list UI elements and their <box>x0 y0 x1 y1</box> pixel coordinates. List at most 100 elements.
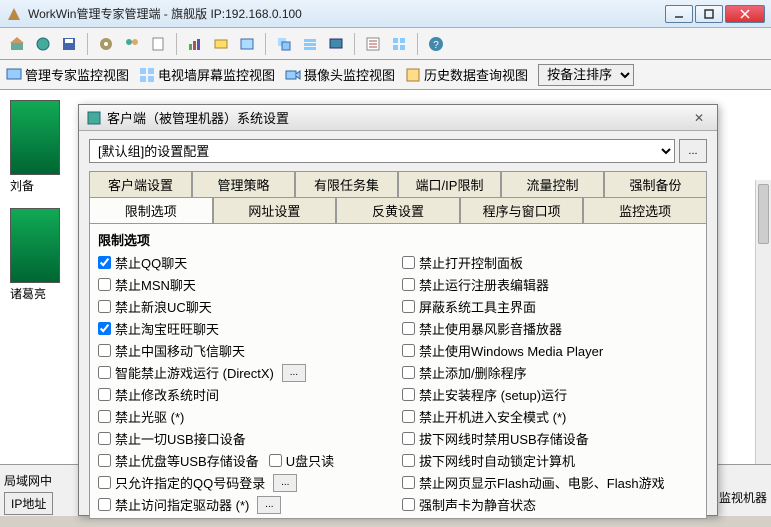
stack-icon[interactable] <box>299 33 321 55</box>
option-checkbox[interactable] <box>402 454 415 467</box>
dialog-tab[interactable]: 客户端设置 <box>89 171 192 197</box>
option-checkbox[interactable] <box>402 498 415 511</box>
tab-camera-view[interactable]: 摄像头监控视图 <box>285 65 395 84</box>
client-thumbnail[interactable]: 诸葛亮 <box>10 208 60 302</box>
option-checkbox[interactable] <box>402 476 415 489</box>
restrict-option[interactable]: 禁止新浪UC聊天 <box>98 297 394 316</box>
restrict-option[interactable]: 禁止一切USB接口设备 <box>98 429 394 448</box>
option-checkbox[interactable] <box>402 366 415 379</box>
thumbnail-label: 刘备 <box>10 177 60 194</box>
dialog-tab[interactable]: 有限任务集 <box>295 171 398 197</box>
dialog-tab[interactable]: 网址设置 <box>213 197 337 223</box>
svg-text:?: ? <box>433 40 439 51</box>
option-checkbox[interactable] <box>402 256 415 269</box>
restrict-option[interactable]: 拔下网线时自动锁定计算机 <box>402 451 698 470</box>
restrict-option[interactable]: 禁止安装程序 (setup)运行 <box>402 385 698 404</box>
option-checkbox[interactable] <box>402 388 415 401</box>
dialog-tab[interactable]: 限制选项 <box>89 197 213 223</box>
option-checkbox[interactable] <box>98 300 111 313</box>
save-icon[interactable] <box>58 33 80 55</box>
restrict-option[interactable]: 禁止网页显示Flash动画、电影、Flash游戏 <box>402 473 698 492</box>
ip-address-button[interactable]: IP地址 <box>4 492 53 515</box>
option-checkbox[interactable] <box>98 410 111 423</box>
dialog-close-icon[interactable]: ✕ <box>689 110 709 126</box>
restrict-option[interactable]: 禁止添加/删除程序 <box>402 363 698 382</box>
option-checkbox[interactable] <box>98 454 111 467</box>
doc-icon[interactable] <box>147 33 169 55</box>
restrict-option[interactable]: 禁止使用Windows Media Player <box>402 341 698 360</box>
option-aux-button[interactable]: ... <box>282 364 306 382</box>
option-checkbox[interactable] <box>98 344 111 357</box>
tab-tvwall-view[interactable]: 电视墙屏幕监控视图 <box>139 65 275 84</box>
scrollbar-thumb[interactable] <box>758 184 769 244</box>
restrict-option[interactable]: 屏蔽系统工具主界面 <box>402 297 698 316</box>
dialog-tab[interactable]: 监控选项 <box>583 197 707 223</box>
option-checkbox[interactable] <box>98 366 111 379</box>
restrict-option[interactable]: 禁止中国移动飞信聊天 <box>98 341 394 360</box>
gear-icon[interactable] <box>95 33 117 55</box>
option-checkbox[interactable] <box>98 388 111 401</box>
sort-select[interactable]: 按备注排序 <box>538 64 634 86</box>
option-label: 禁止中国移动飞信聊天 <box>115 341 245 360</box>
browse-button[interactable]: ... <box>679 139 707 163</box>
restrict-option[interactable]: 禁止MSN聊天 <box>98 275 394 294</box>
restrict-option[interactable]: 禁止使用暴风影音播放器 <box>402 319 698 338</box>
option-checkbox[interactable] <box>402 322 415 335</box>
option-label: 禁止使用Windows Media Player <box>419 341 603 360</box>
screen-icon[interactable] <box>325 33 347 55</box>
copy-icon[interactable] <box>273 33 295 55</box>
client-thumbnail[interactable]: 刘备 <box>10 100 60 194</box>
globe-icon[interactable] <box>32 33 54 55</box>
restrict-option[interactable]: 禁止修改系统时间 <box>98 385 394 404</box>
option-checkbox[interactable] <box>269 454 282 467</box>
mail-icon[interactable] <box>210 33 232 55</box>
restrict-option[interactable]: 只允许指定的QQ号码登录... <box>98 473 394 492</box>
dialog-tab[interactable]: 反黄设置 <box>336 197 460 223</box>
restrict-option[interactable]: 禁止访问指定驱动器 (*)... <box>98 495 394 514</box>
maximize-button[interactable] <box>695 5 723 23</box>
vertical-scrollbar[interactable] <box>755 180 771 464</box>
option-aux-button[interactable]: ... <box>257 496 281 514</box>
restrict-option[interactable]: 禁止打开控制面板 <box>402 253 698 272</box>
dialog-tab[interactable]: 管理策略 <box>192 171 295 197</box>
users-icon[interactable] <box>121 33 143 55</box>
option-checkbox[interactable] <box>98 498 111 511</box>
option-checkbox[interactable] <box>402 278 415 291</box>
chart-icon[interactable] <box>184 33 206 55</box>
thumbnail-image <box>10 208 60 283</box>
option-checkbox[interactable] <box>402 410 415 423</box>
minimize-button[interactable] <box>665 5 693 23</box>
dialog-tab[interactable]: 流量控制 <box>501 171 604 197</box>
window-icon[interactable] <box>236 33 258 55</box>
close-button[interactable] <box>725 5 765 23</box>
option-checkbox[interactable] <box>98 432 111 445</box>
restrict-option[interactable]: 禁止淘宝旺旺聊天 <box>98 319 394 338</box>
option-checkbox[interactable] <box>402 432 415 445</box>
home-icon[interactable] <box>6 33 28 55</box>
restrict-option[interactable]: 禁止开机进入安全模式 (*) <box>402 407 698 426</box>
dialog-tab[interactable]: 程序与窗口项 <box>460 197 584 223</box>
dialog-tab[interactable]: 强制备份 <box>604 171 707 197</box>
grid-icon[interactable] <box>388 33 410 55</box>
restrict-option[interactable]: 拔下网线时禁用USB存储设备 <box>402 429 698 448</box>
help-icon[interactable]: ? <box>425 33 447 55</box>
option-aux-button[interactable]: ... <box>273 474 297 492</box>
option-checkbox[interactable] <box>98 278 111 291</box>
restrict-option[interactable]: 强制声卡为静音状态 <box>402 495 698 514</box>
tab-monitor-view[interactable]: 管理专家监控视图 <box>6 65 129 84</box>
restrict-option[interactable]: 禁止优盘等USB存储设备U盘只读 <box>98 451 394 470</box>
option-checkbox[interactable] <box>402 344 415 357</box>
option-checkbox[interactable] <box>98 476 111 489</box>
dialog-tab[interactable]: 端口/IP限制 <box>398 171 501 197</box>
list-icon[interactable] <box>362 33 384 55</box>
restrict-option[interactable]: 禁止QQ聊天 <box>98 253 394 272</box>
config-group-select[interactable]: [默认组]的设置配置 <box>89 139 675 163</box>
option-checkbox[interactable] <box>98 256 111 269</box>
restrict-option[interactable]: 智能禁止游戏运行 (DirectX)... <box>98 363 394 382</box>
restrict-option[interactable]: 禁止光驱 (*) <box>98 407 394 426</box>
option-checkbox[interactable] <box>98 322 111 335</box>
option-label: 只允许指定的QQ号码登录 <box>115 473 265 492</box>
option-checkbox[interactable] <box>402 300 415 313</box>
tab-history-view[interactable]: 历史数据查询视图 <box>405 65 528 84</box>
restrict-option[interactable]: 禁止运行注册表编辑器 <box>402 275 698 294</box>
